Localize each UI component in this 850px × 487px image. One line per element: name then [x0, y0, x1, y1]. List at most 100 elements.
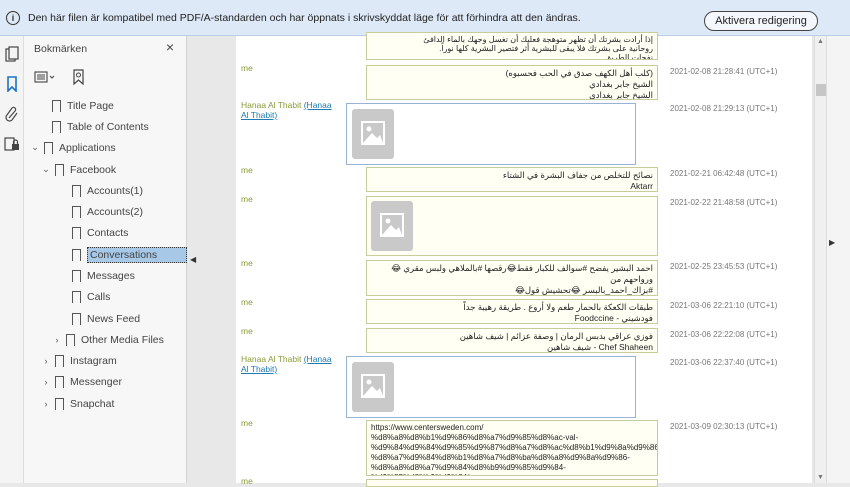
bookmark-label: Accounts(2) [87, 205, 144, 218]
image-placeholder-icon [352, 362, 394, 412]
expand-toggle[interactable]: › [41, 399, 51, 409]
bookmark-label: Title Page [67, 99, 114, 112]
bookmark-label: Messenger [70, 375, 122, 388]
timestamp: 2021-02-08 21:29:13 (UTC+1) [670, 104, 778, 113]
image-placeholder-icon [352, 109, 394, 159]
bookmark-label: Contacts [87, 226, 129, 239]
bookmark-item-messenger[interactable]: › Messenger [41, 372, 122, 391]
sender-name: me [241, 165, 253, 175]
bookmark-icon [52, 99, 61, 113]
bookmark-item-toc[interactable]: Table of Contents [38, 117, 149, 136]
bookmark-label: Facebook [70, 163, 117, 176]
bookmark-item-news-feed[interactable]: News Feed [58, 309, 140, 328]
sender-name: me [241, 418, 253, 428]
bookmark-label: Table of Contents [67, 120, 149, 133]
bookmark-item-title-page[interactable]: Title Page [38, 96, 114, 115]
expand-toggle[interactable]: › [41, 377, 51, 387]
expand-toggle[interactable]: ⌄ [30, 142, 40, 153]
enable-editing-button[interactable]: Aktivera redigering [704, 11, 818, 31]
bookmark-item-conversations[interactable]: Conversations [58, 245, 187, 264]
sender-label: Hanaa Al Thabit [241, 100, 302, 110]
lock-document-icon[interactable] [0, 129, 24, 159]
bookmark-label: Calls [87, 290, 111, 303]
timestamp: 2021-02-08 21:28:41 (UTC+1) [670, 67, 778, 76]
timestamp: 2021-03-06 22:22:08 (UTC+1) [670, 330, 778, 339]
message-text: إذا أرادت بشرتك أن تظهر متوهجة فعليك أن … [366, 32, 658, 60]
collapse-panel-icon[interactable]: ◀ [190, 255, 196, 264]
bookmark-item-messages[interactable]: Messages [58, 266, 135, 285]
pdf-page: إذا أرادت بشرتك أن تظهر متوهجة فعليك أن … [236, 32, 812, 487]
notification-message: Den här filen är kompatibel med PDF/A-st… [28, 11, 581, 24]
bookmark-icon [66, 333, 75, 347]
bookmark-label: News Feed [87, 312, 141, 325]
scroll-up-icon[interactable]: ▲ [817, 38, 824, 45]
timestamp: 2021-02-21 06:42:48 (UTC+1) [670, 169, 778, 178]
bookmark-icon [55, 354, 64, 368]
bookmark-icon [55, 375, 64, 389]
sender-name: me [241, 476, 253, 486]
bookmark-icon [72, 248, 81, 262]
attachment-icon[interactable] [0, 99, 24, 129]
sender-name: Hanaa Al Thabit (Hanaa Al Thabit) [241, 354, 341, 374]
timestamp: 2021-03-06 22:37:40 (UTC+1) [670, 358, 778, 367]
image-attachment[interactable] [346, 103, 636, 165]
message-text: نصائح للتخلص من جفاف البشرة في الشتاء Ak… [366, 167, 658, 192]
message-text: فوزي عراقي بدبس الرمان | وصفة عزائم | شي… [366, 328, 658, 353]
bookmark-icon [44, 141, 53, 155]
bookmark-label: Instagram [70, 354, 117, 367]
bookmark-icon [72, 269, 81, 283]
bookmark-item-contacts[interactable]: Contacts [58, 223, 128, 242]
message-text: https://www.centersweden.com/ %d8%a8%d8%… [366, 420, 658, 476]
close-icon[interactable]: × [166, 39, 174, 55]
options-menu-icon[interactable] [34, 71, 56, 86]
bookmark-item-calls[interactable]: Calls [58, 287, 110, 306]
bookmark-icon [72, 226, 81, 240]
timestamp: 2021-03-06 22:21:10 (UTC+1) [670, 301, 778, 310]
panel-title: Bokmärken [34, 43, 88, 55]
expand-toggle[interactable]: ⌄ [41, 164, 51, 175]
expand-toggle[interactable]: › [52, 335, 62, 345]
notification-bar: i Den här filen är kompatibel med PDF/A-… [0, 0, 850, 36]
bookmarks-panel: Bokmärken × Title Page Table of Contents… [24, 36, 187, 483]
expand-right-pane-icon[interactable]: ▶ [829, 238, 835, 247]
message-text: طبقات الكعكة بالحمار طعم ولا أروع . طريق… [366, 299, 658, 324]
bookmark-item-accounts-1[interactable]: Accounts(1) [58, 181, 143, 200]
tool-rail [0, 36, 24, 483]
timestamp: 2021-02-25 23:45:53 (UTC+1) [670, 262, 778, 271]
find-bookmark-icon[interactable] [72, 69, 86, 88]
bookmark-item-accounts-2[interactable]: Accounts(2) [58, 202, 143, 221]
pages-icon[interactable] [0, 39, 24, 69]
bookmark-icon [72, 184, 81, 198]
bookmark-icon [55, 163, 64, 177]
bookmark-item-instagram[interactable]: › Instagram [41, 351, 117, 370]
bookmark-item-facebook[interactable]: ⌄ Facebook [41, 160, 116, 179]
bookmark-label: Accounts(1) [87, 184, 144, 197]
bookmark-icon [72, 312, 81, 326]
sender-name: me [241, 297, 253, 307]
vertical-scrollbar[interactable]: ▲ ▼ [814, 36, 826, 483]
bookmark-item-other-media-files[interactable]: › Other Media Files [52, 330, 164, 349]
sender-label: Hanaa Al Thabit [241, 354, 302, 364]
bookmark-label: Applications [59, 141, 116, 154]
bookmark-icon[interactable] [0, 69, 24, 99]
expand-toggle[interactable]: › [41, 356, 51, 366]
bookmark-item-applications[interactable]: ⌄ Applications [30, 138, 116, 157]
sender-name: me [241, 194, 253, 204]
bookmark-item-snapchat[interactable]: › Snapchat [41, 394, 114, 413]
scrollbar-thumb[interactable] [816, 84, 826, 96]
message-text [366, 479, 658, 487]
scroll-down-icon[interactable]: ▼ [817, 474, 824, 481]
bookmark-label: Messages [87, 269, 135, 282]
bookmark-icon [52, 120, 61, 134]
timestamp: 2021-02-22 21:48:58 (UTC+1) [670, 198, 778, 207]
info-icon: i [6, 10, 20, 25]
bookmark-label: Other Media Files [81, 333, 164, 346]
message-text: احمد البشير يفضح #سوالف للكبار فقط😂رقصها… [366, 260, 658, 296]
bookmark-icon [72, 205, 81, 219]
image-attachment[interactable] [366, 196, 658, 256]
sender-name: me [241, 326, 253, 336]
document-viewer: إذا أرادت بشرتك أن تظهر متوهجة فعليك أن … [200, 32, 814, 487]
image-attachment[interactable] [346, 356, 636, 418]
bookmark-label: Conversations [87, 246, 187, 263]
right-pane-rail: ▶ [826, 36, 850, 483]
